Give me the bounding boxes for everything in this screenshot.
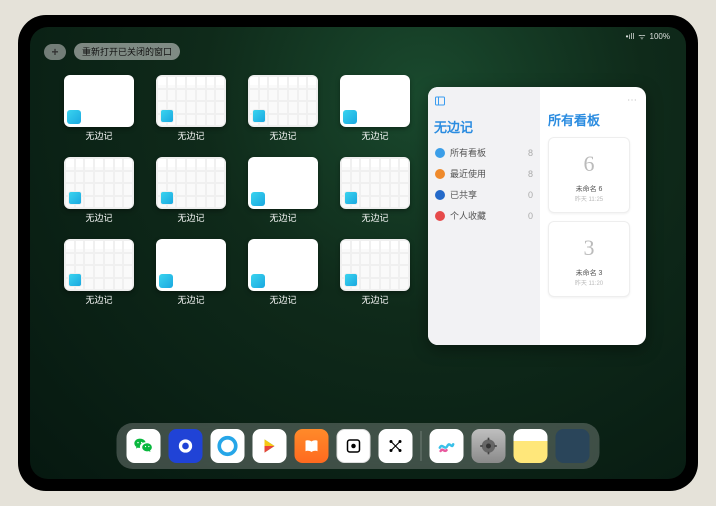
app-window-label: 无边记 [361, 211, 388, 224]
dock [117, 423, 600, 469]
app-folder-icon[interactable] [556, 429, 590, 463]
app-window-thumb[interactable]: 无边记 [60, 239, 138, 317]
settings-icon[interactable] [472, 429, 506, 463]
app-window-label: 无边记 [361, 129, 388, 142]
sidebar-item-count: 8 [528, 148, 533, 158]
app-window-label: 无边记 [177, 293, 204, 306]
ipad-device: •ıll ᯤ 100% + 重新打开已关闭的窗口 无边记无边记无边记无边记无边记… [18, 15, 698, 491]
signal-icon: •ıll [626, 32, 635, 41]
battery-label: 100% [650, 32, 670, 41]
sidebar-item-label: 所有看板 [450, 146, 486, 159]
freeform-panel[interactable]: 无边记 所有看板8最近使用8已共享0个人收藏0 ⋯ 所有看板 6未命名 6昨天 … [428, 87, 646, 345]
app-window-thumb[interactable]: 无边记 [336, 157, 414, 235]
sidebar-item[interactable]: 个人收藏 0 [434, 205, 534, 226]
app-window-label: 无边记 [269, 211, 296, 224]
freeform-app-badge-icon [160, 191, 174, 205]
freeform-app-badge-icon [68, 191, 82, 205]
notes-icon[interactable] [514, 429, 548, 463]
app-window-thumb[interactable]: 无边记 [336, 75, 414, 153]
panel-content: ⋯ 所有看板 6未命名 6昨天 11:25 3未命名 3昨天 11:20 [540, 87, 646, 345]
freeform-app-badge-icon [252, 109, 266, 123]
panel-sidebar: 无边记 所有看板 8 最近使用 8 已共享 0 个人收藏 0 [428, 87, 540, 345]
freeform-app-badge-icon [251, 274, 265, 288]
reopen-closed-window-button[interactable]: 重新打开已关闭的窗口 [74, 43, 180, 60]
category-dot-icon [435, 190, 445, 200]
sidebar-toggle-icon[interactable] [434, 95, 446, 107]
app-window-label: 无边记 [85, 293, 112, 306]
app-window-label: 无边记 [269, 293, 296, 306]
freeform-app-badge-icon [344, 191, 358, 205]
app-window-thumb[interactable]: 无边记 [152, 239, 230, 317]
app-window-thumb[interactable]: 无边记 [152, 75, 230, 153]
dock-separator [421, 431, 422, 461]
app-window-thumb[interactable]: 无边记 [152, 157, 230, 235]
app-window-thumb[interactable]: 无边记 [60, 75, 138, 153]
panel-right-title: 所有看板 [548, 110, 638, 129]
app-window-thumb[interactable]: 无边记 [244, 75, 322, 153]
sidebar-item-count: 8 [528, 169, 533, 179]
more-icon[interactable]: ⋯ [548, 95, 638, 106]
board-preview-icon: 6 [569, 144, 609, 184]
freeform-app-badge-icon [68, 273, 82, 287]
board-card[interactable]: 3未命名 3昨天 11:20 [548, 221, 630, 297]
category-dot-icon [435, 148, 445, 158]
add-window-button[interactable]: + [44, 44, 66, 60]
app-window-label: 无边记 [269, 129, 296, 142]
board-timestamp: 昨天 11:20 [575, 278, 603, 287]
wifi-icon: ᯤ [638, 31, 645, 42]
board-label: 未命名 6 [576, 184, 603, 194]
app-window-thumb[interactable]: 无边记 [336, 239, 414, 317]
freeform-app-badge-icon [160, 109, 174, 123]
wechat-icon[interactable] [127, 429, 161, 463]
screen: •ıll ᯤ 100% + 重新打开已关闭的窗口 无边记无边记无边记无边记无边记… [30, 27, 686, 479]
sidebar-item-label: 最近使用 [450, 167, 486, 180]
app-window-thumb[interactable]: 无边记 [244, 157, 322, 235]
app-window-thumb[interactable]: 无边记 [60, 157, 138, 235]
app-window-label: 无边记 [177, 129, 204, 142]
sidebar-item-label: 已共享 [450, 188, 477, 201]
app-switcher-grid: 无边记无边记无边记无边记无边记无边记无边记无边记无边记无边记无边记无边记 [60, 75, 414, 317]
app-window-label: 无边记 [85, 211, 112, 224]
freeform-app-badge-icon [343, 110, 357, 124]
sidebar-item[interactable]: 已共享 0 [434, 184, 534, 205]
freeform-app-badge-icon [159, 274, 173, 288]
sidebar-item[interactable]: 所有看板 8 [434, 142, 534, 163]
board-label: 未命名 3 [576, 268, 603, 278]
board-timestamp: 昨天 11:25 [575, 194, 603, 203]
play-icon[interactable] [253, 429, 287, 463]
sidebar-item-count: 0 [528, 211, 533, 221]
status-bar: •ıll ᯤ 100% [626, 31, 670, 42]
grid-icon[interactable] [379, 429, 413, 463]
widget-icon[interactable] [337, 429, 371, 463]
books-icon[interactable] [295, 429, 329, 463]
app-window-label: 无边记 [361, 293, 388, 306]
top-toolbar: + 重新打开已关闭的窗口 [44, 43, 180, 60]
freeform-app-badge-icon [251, 192, 265, 206]
board-preview-icon: 3 [569, 228, 609, 268]
freeform-icon[interactable] [430, 429, 464, 463]
quark-icon[interactable] [169, 429, 203, 463]
freeform-app-badge-icon [344, 273, 358, 287]
panel-title: 无边记 [434, 117, 534, 136]
freeform-app-badge-icon [67, 110, 81, 124]
board-card[interactable]: 6未命名 6昨天 11:25 [548, 137, 630, 213]
category-dot-icon [435, 169, 445, 179]
app-window-label: 无边记 [85, 129, 112, 142]
category-dot-icon [435, 211, 445, 221]
app-window-label: 无边记 [177, 211, 204, 224]
qq-browser-icon[interactable] [211, 429, 245, 463]
sidebar-item-label: 个人收藏 [450, 209, 486, 222]
sidebar-item[interactable]: 最近使用 8 [434, 163, 534, 184]
sidebar-item-count: 0 [528, 190, 533, 200]
app-window-thumb[interactable]: 无边记 [244, 239, 322, 317]
